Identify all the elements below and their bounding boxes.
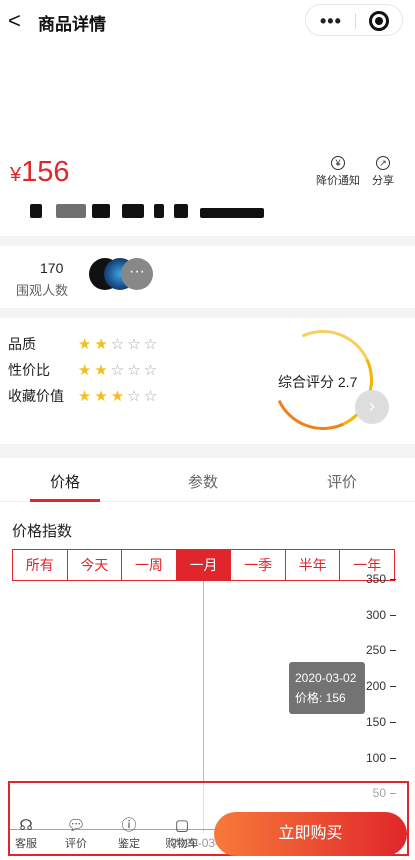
bag-icon: ▢ (174, 817, 190, 834)
appraise-button[interactable]: ⓘ 鉴定 (111, 817, 147, 851)
viewer-label: 围观人数 (16, 283, 69, 298)
product-hero: ¥156 ¥ 降价通知 ↗ 分享 (0, 42, 415, 236)
star-empty-icon: ☆ (127, 388, 141, 405)
tab-price[interactable]: 价格 (50, 471, 80, 492)
y-tick-label: 350 (365, 572, 386, 586)
star-empty-icon: ☆ (127, 362, 141, 379)
rating-row: 性价比 ★ ★ ☆ ☆ ☆ (8, 360, 160, 380)
y-tick-label: 300 (365, 607, 386, 622)
page-title: 商品详情 (38, 15, 106, 34)
price-index-title: 价格指数 (12, 523, 73, 540)
headset-icon: ☊ (19, 817, 33, 834)
nav-bar: < 商品详情 ••• (0, 0, 415, 42)
star-empty-icon: ☆ (143, 388, 158, 405)
y-tick-label: 150 (365, 714, 386, 729)
y-tick-mark (390, 614, 396, 616)
price-notify-button[interactable]: ¥ 降价通知 (316, 156, 360, 188)
tab-params[interactable]: 参数 (188, 471, 218, 492)
product-price: ¥156 (10, 156, 70, 189)
back-icon[interactable]: < (8, 8, 21, 34)
cart-button[interactable]: ▢ 购物车 (164, 817, 200, 851)
share-label: 分享 (372, 175, 394, 187)
overall-score: 综合评分 2.7 (278, 374, 358, 390)
star-icon: ★ (94, 388, 108, 405)
redacted-title (154, 204, 164, 218)
review-label: 评价 (65, 838, 87, 850)
range-today[interactable]: 今天 (67, 550, 123, 580)
y-tick-label: 250 (365, 643, 386, 658)
star-icon: ★ (110, 388, 125, 405)
share-button[interactable]: ↗ 分享 (372, 156, 394, 188)
chevron-right-icon[interactable]: › (355, 390, 389, 424)
chart-tooltip: 2020-03-02 价格: 156 (289, 662, 365, 714)
rating-name: 品质 (8, 336, 36, 352)
tooltip-date: 2020-03-02 (295, 671, 357, 685)
viewer-count: 170 (40, 260, 64, 276)
star-icon: ★ (77, 388, 92, 405)
bottom-action-bar: ☊ 客服 💬︎ 评价 ⓘ 鉴定 ▢ 购物车 立即购买 (8, 781, 409, 856)
star-empty-icon: ☆ (143, 336, 158, 353)
tab-reviews[interactable]: 评价 (327, 471, 357, 492)
service-button[interactable]: ☊ 客服 (8, 817, 44, 851)
rating-row: 品质 ★ ★ ☆ ☆ ☆ (8, 334, 160, 354)
rating-name: 性价比 (8, 362, 50, 378)
star-icon: ★ (77, 336, 92, 353)
star-empty-icon: ☆ (110, 336, 125, 353)
chat-icon: 💬︎ (66, 817, 86, 834)
rating-name: 收藏价值 (8, 388, 64, 404)
service-label: 客服 (15, 838, 37, 850)
star-icon: ★ (77, 362, 92, 379)
star-icon: ★ (94, 362, 108, 379)
star-empty-icon: ☆ (110, 362, 125, 379)
buy-now-button[interactable]: 立即购买 (214, 812, 407, 856)
tooltip-price: 价格: 156 (295, 691, 346, 705)
redacted-title (200, 208, 264, 218)
star-icon: ★ (94, 336, 108, 353)
detail-tabs: 价格 参数 评价 (0, 458, 415, 502)
review-button[interactable]: 💬︎ 评价 (58, 817, 94, 851)
y-tick-mark (390, 650, 396, 652)
star-empty-icon: ☆ (127, 336, 141, 353)
more-icon[interactable]: ••• (320, 11, 342, 32)
y-tick-mark (390, 579, 396, 580)
y-tick-label: 100 (365, 750, 386, 765)
yen-icon: ¥ (331, 156, 345, 170)
question-icon: ⓘ (121, 817, 137, 834)
y-tick-mark (390, 757, 396, 759)
redacted-title (56, 204, 86, 218)
more-viewers-button[interactable]: ··· (121, 258, 153, 290)
price-value: 156 (21, 156, 70, 188)
share-icon: ↗ (376, 156, 390, 170)
redacted-title (92, 204, 110, 218)
redacted-title (122, 204, 144, 218)
capsule-divider (355, 13, 356, 29)
range-all[interactable]: 所有 (13, 550, 68, 580)
miniapp-capsule: ••• (305, 4, 403, 36)
range-selector: 所有 今天 一周 一月 一季 半年 一年 (12, 549, 395, 581)
star-empty-icon: ☆ (143, 362, 158, 379)
range-week[interactable]: 一周 (122, 550, 177, 580)
appraise-label: 鉴定 (118, 838, 140, 850)
redacted-title (30, 204, 42, 218)
y-tick-mark (390, 721, 396, 723)
currency-symbol: ¥ (10, 164, 22, 186)
price-notify-label: 降价通知 (316, 175, 360, 187)
ratings-section: 品质 ★ ★ ☆ ☆ ☆ 性价比 ★ ★ ☆ ☆ ☆ 收藏价值 ★ ★ ★ ☆ ☆ 综合评分 2.7 › (0, 315, 415, 445)
close-icon[interactable] (369, 11, 389, 31)
cart-label: 购物车 (165, 838, 199, 850)
y-tick-mark (390, 686, 396, 688)
range-month[interactable]: 一月 (176, 550, 232, 580)
rating-row: 收藏价值 ★ ★ ★ ☆ ☆ (8, 386, 160, 406)
redacted-title (174, 204, 188, 218)
range-quarter[interactable]: 一季 (231, 550, 286, 580)
range-halfyear[interactable]: 半年 (285, 550, 341, 580)
viewers-section: 170 围观人数 ··· (0, 246, 415, 308)
